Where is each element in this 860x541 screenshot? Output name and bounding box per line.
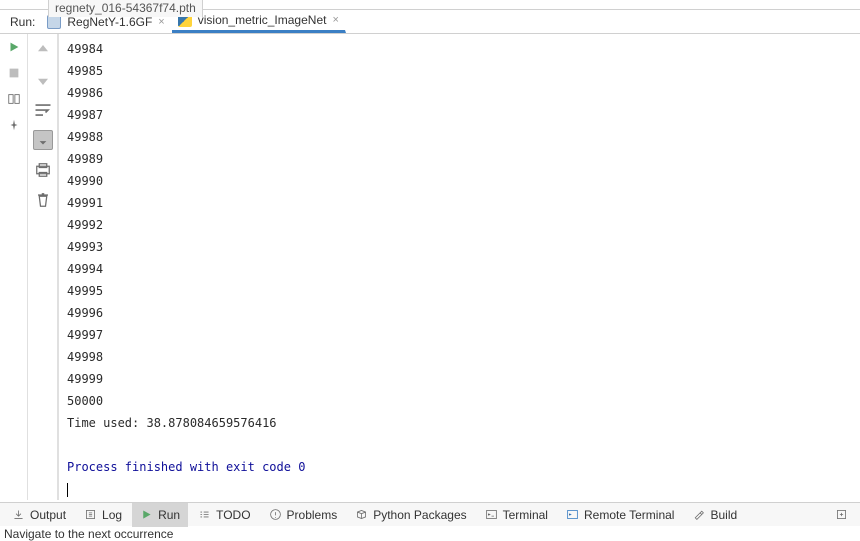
bottom-problems[interactable]: Problems [261,503,346,527]
print-icon[interactable] [33,160,53,180]
toolbar-gutter [28,34,58,500]
bottom-tool-bar: Output Log Run TODO Problems Python Pack… [0,502,860,526]
down-icon[interactable] [33,70,53,90]
bottom-remote-terminal[interactable]: Remote Terminal [558,503,682,527]
trash-icon[interactable] [33,190,53,210]
bottom-terminal[interactable]: Terminal [477,503,556,527]
bottom-log-label: Log [102,508,122,522]
status-bar: Navigate to the next occurrence [0,526,860,541]
stop-icon[interactable] [7,66,21,80]
run-label: Run: [4,15,41,29]
bottom-more[interactable] [827,503,856,527]
run-tab-vision-label: vision_metric_ImageNet [198,13,327,27]
bottom-packages-label: Python Packages [373,508,466,522]
bottom-packages[interactable]: Python Packages [347,503,474,527]
pin-icon[interactable] [7,118,21,132]
editor-tab-partial-label: regnety_016-54367f74.pth [55,1,196,15]
bottom-run-label: Run [158,508,180,522]
scroll-to-end-icon[interactable] [33,130,53,150]
rerun-icon[interactable] [7,40,21,54]
bottom-run[interactable]: Run [132,503,188,527]
top-edge: regnety_016-54367f74.pth [0,0,860,10]
close-icon[interactable]: × [332,14,338,26]
bottom-problems-label: Problems [287,508,338,522]
bottom-todo[interactable]: TODO [190,503,258,527]
editor-tab-partial[interactable]: regnety_016-54367f74.pth [48,0,203,17]
layout-icon[interactable] [7,92,21,106]
console-output[interactable]: 49984 49985 49986 49987 49988 49989 4999… [58,34,860,500]
bottom-build[interactable]: Build [684,503,745,527]
close-icon[interactable]: × [158,16,164,28]
bottom-log[interactable]: Log [76,503,130,527]
left-gutter [0,34,28,500]
status-text: Navigate to the next occurrence [4,527,173,541]
bottom-output-label: Output [30,508,66,522]
wrap-icon[interactable] [33,100,53,120]
bottom-output[interactable]: Output [4,503,74,527]
bottom-build-label: Build [710,508,737,522]
bottom-todo-label: TODO [216,508,250,522]
up-icon[interactable] [33,40,53,60]
main: 49984 49985 49986 49987 49988 49989 4999… [0,34,860,500]
bottom-remote-label: Remote Terminal [584,508,674,522]
bottom-terminal-label: Terminal [503,508,548,522]
